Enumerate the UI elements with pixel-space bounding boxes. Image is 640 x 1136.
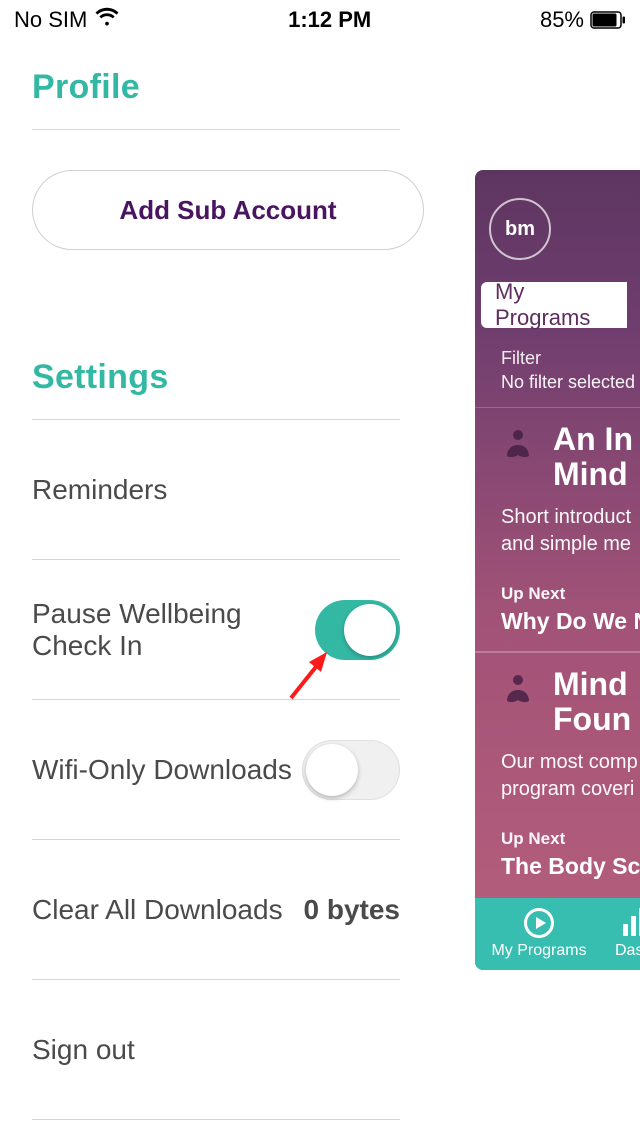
tab-label: My Programs [491,942,586,960]
program-desc: program coveri [501,776,640,803]
clear-downloads-value: 0 bytes [304,894,401,926]
pause-wellbeing-row: Pause Wellbeing Check In [32,560,400,700]
tab-my-programs-label: My Programs [495,279,613,331]
tab-my-programs-bottom[interactable]: My Programs [489,908,589,960]
pause-wellbeing-label: Pause Wellbeing Check In [32,598,315,662]
reminders-label: Reminders [32,474,167,506]
battery-icon [590,11,626,29]
program-desc: Short introduct [501,504,640,531]
tab-label: Dash [615,942,640,960]
program-title: An In [553,422,633,457]
up-next-title: Why Do We Ne [501,608,640,635]
reminders-row[interactable]: Reminders [32,420,400,560]
program-card[interactable]: An In Mind Short introduct and simple me… [475,407,640,651]
wifi-icon [95,7,119,33]
wifi-only-row: Wifi-Only Downloads [32,700,400,840]
filter-label: Filter [501,346,640,370]
up-next-title: The Body Scar [501,853,640,880]
program-desc: Our most comp [501,749,640,776]
carrier-text: No SIM [14,7,87,33]
sign-out-label: Sign out [32,1034,135,1066]
tab-dashboard[interactable]: Dash [615,908,640,960]
status-right: 85% [540,7,626,33]
up-next-label: Up Next [501,829,640,849]
wifi-only-label: Wifi-Only Downloads [32,754,292,786]
program-desc: and simple me [501,531,640,558]
up-next-label: Up Next [501,584,640,604]
wifi-only-toggle[interactable] [302,740,400,800]
avatar-badge[interactable]: bm [489,198,551,260]
bars-icon [623,908,640,936]
program-title: Mind [553,457,633,492]
program-title: Foun [553,702,631,737]
toggle-knob [306,744,358,796]
bottom-tab-bar: My Programs Dash [475,898,640,970]
status-bar: No SIM 1:12 PM 85% [0,0,640,40]
programs-panel: bm My Programs Filter No filter selected… [475,170,640,970]
add-sub-account-label: Add Sub Account [119,195,336,226]
clear-downloads-row[interactable]: Clear All Downloads 0 bytes [32,840,400,980]
battery-percent: 85% [540,7,584,33]
pause-wellbeing-toggle[interactable] [315,600,400,660]
meditation-icon [501,673,535,707]
program-card[interactable]: Mind Foun Our most comp program coveri U… [475,651,640,896]
filter-block[interactable]: Filter No filter selected [501,346,640,395]
filter-value: No filter selected [501,370,640,394]
status-time: 1:12 PM [288,7,371,33]
avatar-initials: bm [505,218,535,241]
play-circle-icon [524,908,554,938]
sign-out-row[interactable]: Sign out [32,980,400,1120]
profile-heading: Profile [32,68,400,107]
settings-pane: Profile Add Sub Account Settings Reminde… [0,68,432,1120]
tab-my-programs[interactable]: My Programs [481,282,627,328]
status-left: No SIM [14,7,119,33]
meditation-icon [501,428,535,462]
divider [32,129,400,130]
add-sub-account-button[interactable]: Add Sub Account [32,170,424,250]
program-title: Mind [553,667,631,702]
toggle-knob [344,604,396,656]
settings-heading: Settings [32,358,400,397]
clear-downloads-label: Clear All Downloads [32,894,283,926]
